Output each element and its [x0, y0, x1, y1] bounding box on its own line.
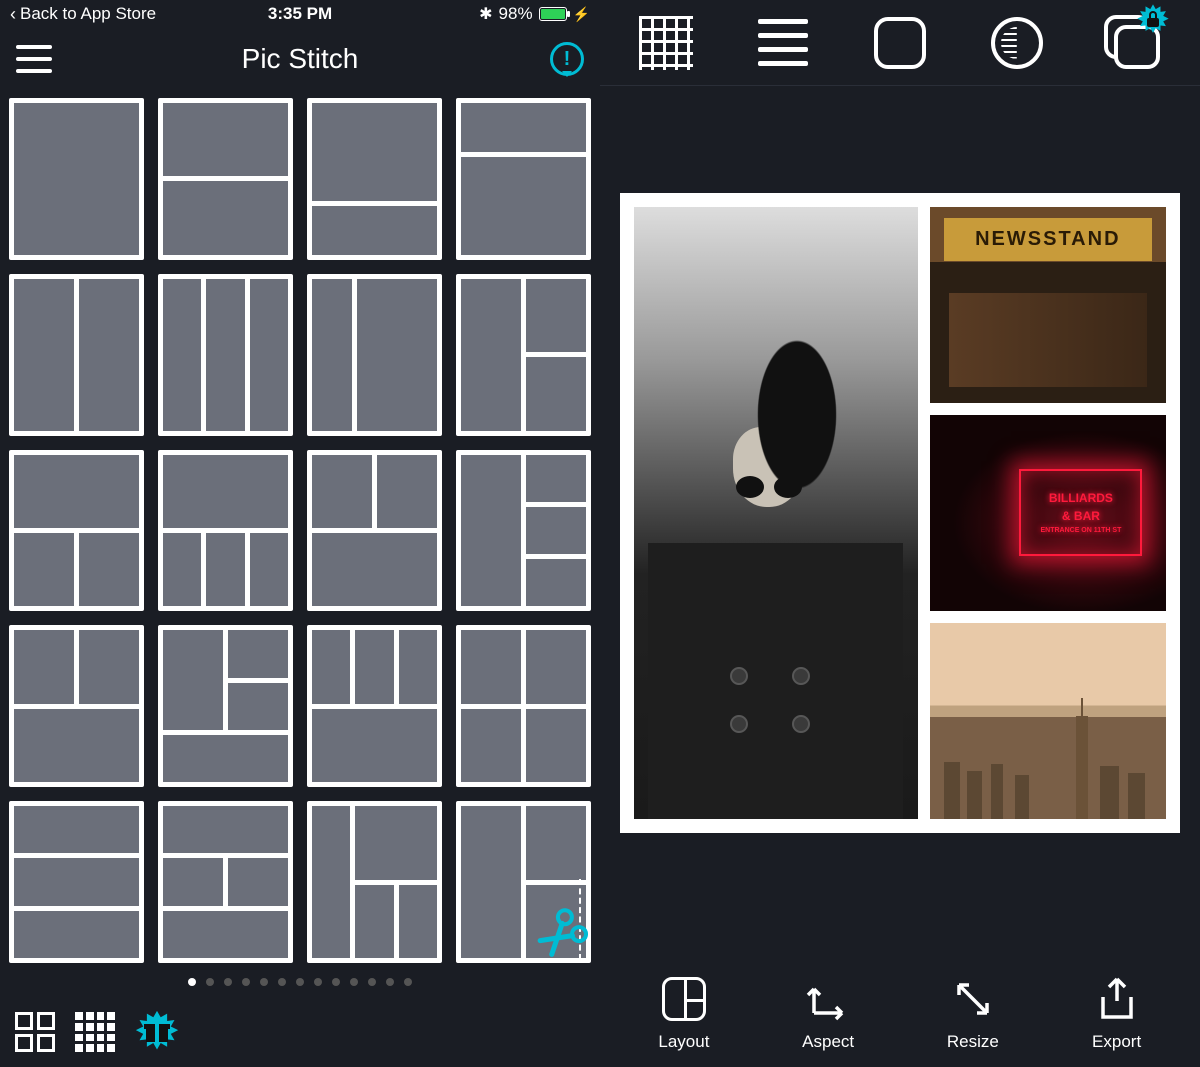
layout-template[interactable]	[456, 625, 591, 787]
charging-icon: ⚡	[573, 6, 590, 23]
tool-corner-radius[interactable]	[870, 13, 930, 73]
collage-slot-1[interactable]	[634, 207, 918, 819]
layout-template[interactable]	[9, 274, 144, 436]
bottom-tabs	[0, 997, 600, 1067]
layout-template-grid	[0, 90, 600, 967]
tab-classic-layouts[interactable]	[14, 1011, 56, 1053]
status-right: ✱ 98% ⚡	[479, 4, 590, 24]
fancy-layouts-icon	[75, 1012, 115, 1052]
battery-percent: 98%	[499, 4, 533, 24]
screen-layout-picker: ‹ Back to App Store 3:35 PM ✱ 98% ⚡ Pic …	[0, 0, 600, 1067]
export-icon	[1092, 974, 1142, 1024]
collage-slot-2[interactable]: NEWSSTAND	[930, 207, 1166, 403]
scissors-icon	[532, 904, 592, 964]
grid-pattern-icon	[639, 16, 693, 70]
vignette-icon	[991, 17, 1043, 69]
collage-slot-3[interactable]: BILLIARDS & BAR ENTRANCE ON 11TH ST	[930, 415, 1166, 611]
border-style-icon	[758, 19, 808, 66]
aspect-button[interactable]: Aspect	[802, 974, 854, 1052]
menu-button[interactable]	[16, 45, 52, 73]
layout-template[interactable]	[9, 98, 144, 260]
lock-icon	[1147, 13, 1159, 27]
layout-template[interactable]	[307, 801, 442, 963]
tool-vignette[interactable]	[987, 13, 1047, 73]
photo-sign-text: NEWSSTAND	[944, 218, 1152, 261]
layout-template[interactable]	[158, 801, 293, 963]
resize-icon	[948, 974, 998, 1024]
back-to-app-store[interactable]: ‹ Back to App Store	[10, 4, 156, 25]
tool-border-style[interactable]	[753, 13, 813, 73]
layout-template[interactable]	[307, 625, 442, 787]
top-toolbar	[600, 0, 1200, 86]
app-title: Pic Stitch	[242, 43, 359, 75]
aspect-icon	[803, 974, 853, 1024]
back-label: Back to App Store	[20, 4, 156, 24]
layout-template[interactable]	[456, 98, 591, 260]
layout-template[interactable]	[9, 801, 144, 963]
bluetooth-icon: ✱	[479, 4, 492, 24]
tool-layers[interactable]	[1104, 13, 1164, 73]
layout-template[interactable]	[456, 450, 591, 612]
layout-label: Layout	[658, 1032, 709, 1052]
neon-sign: BILLIARDS & BAR ENTRANCE ON 11TH ST	[1019, 469, 1142, 555]
layout-template[interactable]	[158, 450, 293, 612]
locked-feature-badge	[1136, 3, 1170, 37]
layout-template[interactable]	[456, 274, 591, 436]
nav-bar: Pic Stitch !	[0, 28, 600, 90]
layout-template[interactable]	[9, 450, 144, 612]
layout-template[interactable]	[307, 98, 442, 260]
gift-button[interactable]	[134, 1009, 180, 1055]
layout-template[interactable]	[307, 450, 442, 612]
layout-template[interactable]	[9, 625, 144, 787]
layout-template[interactable]	[158, 274, 293, 436]
gift-box-icon	[146, 1022, 168, 1042]
tool-pattern[interactable]	[636, 13, 696, 73]
screen-editor: NEWSSTAND BILLIARDS & BAR ENTRANCE ON 11…	[600, 0, 1200, 1067]
export-button[interactable]: Export	[1092, 974, 1142, 1052]
layout-template[interactable]	[158, 98, 293, 260]
layout-button[interactable]: Layout	[658, 974, 709, 1052]
info-button[interactable]: !	[550, 42, 584, 76]
tab-fancy-layouts[interactable]	[74, 1011, 116, 1053]
back-chevron-icon: ‹	[10, 4, 16, 25]
classic-layouts-icon	[15, 1012, 55, 1052]
page-indicator[interactable]	[0, 967, 600, 997]
resize-button[interactable]: Resize	[947, 974, 999, 1052]
resize-label: Resize	[947, 1032, 999, 1052]
bottom-toolbar: Layout Aspect Resize Export	[600, 959, 1200, 1067]
export-label: Export	[1092, 1032, 1141, 1052]
layout-icon	[662, 977, 706, 1021]
status-time: 3:35 PM	[268, 4, 332, 24]
collage-slot-4[interactable]	[930, 623, 1166, 819]
layout-template[interactable]	[158, 625, 293, 787]
collage-canvas[interactable]: NEWSSTAND BILLIARDS & BAR ENTRANCE ON 11…	[620, 193, 1180, 833]
status-bar: ‹ Back to App Store 3:35 PM ✱ 98% ⚡	[0, 0, 600, 28]
layout-template[interactable]	[456, 801, 591, 963]
canvas-area: NEWSSTAND BILLIARDS & BAR ENTRANCE ON 11…	[600, 86, 1200, 959]
corner-radius-icon	[874, 17, 926, 69]
battery-icon	[539, 7, 567, 21]
aspect-label: Aspect	[802, 1032, 854, 1052]
layout-template[interactable]	[307, 274, 442, 436]
